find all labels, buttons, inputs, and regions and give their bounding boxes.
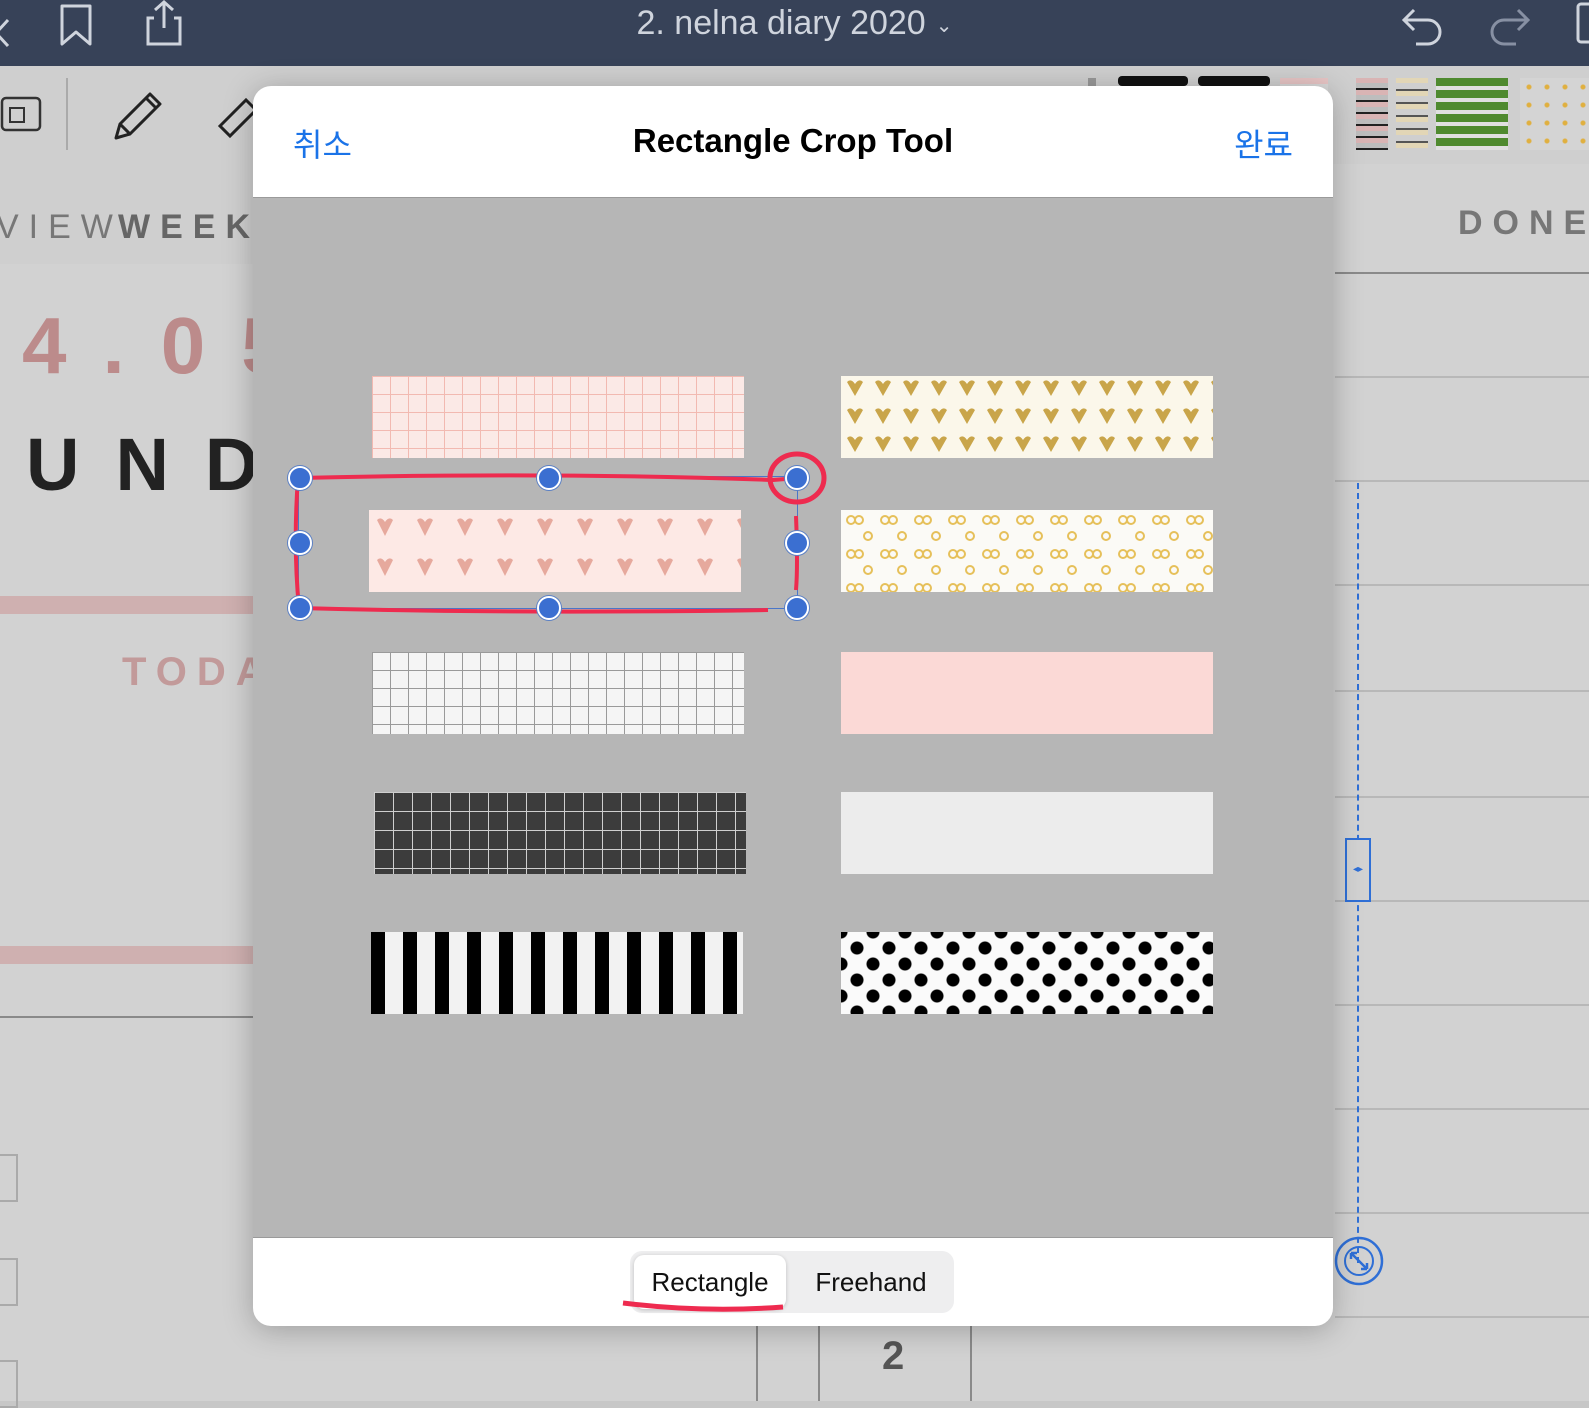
sticker-thumbnail[interactable] [1118, 76, 1188, 86]
pages-icon[interactable] [1576, 2, 1589, 46]
document-title[interactable]: 2. nelna diary 2020 ⌄ [0, 4, 1589, 43]
crop-handle-top-left[interactable] [288, 466, 312, 490]
sticker-thumbnail[interactable] [1396, 78, 1428, 150]
pink-divider [0, 596, 253, 614]
page-divider [0, 1016, 253, 1018]
crop-handle-bottom-left[interactable] [288, 596, 312, 620]
sticker-thumbnail[interactable] [1436, 78, 1508, 150]
list-line [1335, 900, 1589, 902]
red-annotation-overlay [293, 451, 827, 614]
checkbox[interactable] [0, 1258, 18, 1306]
crop-handle-left[interactable] [288, 531, 312, 555]
crop-tool-modal: 취소 Rectangle Crop Tool 완료 Rectangle Free… [253, 86, 1333, 1326]
sticker-thumbnail[interactable] [1198, 76, 1270, 86]
list-line [1335, 796, 1589, 798]
pink-divider [0, 946, 253, 964]
today-label: TODA [122, 650, 275, 694]
toolbar-divider [66, 78, 68, 150]
reading-mode-icon[interactable] [0, 94, 44, 134]
done-label: DONE [1458, 204, 1589, 242]
crop-handle-top-right[interactable] [785, 466, 809, 490]
list-line [1335, 480, 1589, 482]
list-line [1335, 584, 1589, 586]
red-underline-overlay [622, 1300, 784, 1312]
crop-handle-bottom[interactable] [537, 596, 561, 620]
list-line [1335, 1212, 1589, 1214]
crop-handle-bottom-right[interactable] [785, 596, 809, 620]
top-navigation-bar: 2. nelna diary 2020 ⌄ [0, 0, 1589, 66]
view-label: VIEW [0, 208, 123, 246]
resize-handle[interactable]: ◂▸ [1345, 838, 1371, 902]
eraser-icon[interactable] [216, 90, 256, 146]
document-title-text: 2. nelna diary 2020 [636, 4, 926, 42]
grid-line [756, 1324, 758, 1401]
list-line [1335, 1108, 1589, 1110]
sticker-thumbnail[interactable] [1356, 78, 1388, 150]
redo-icon[interactable] [1488, 6, 1532, 46]
list-line [1335, 376, 1589, 378]
list-line [1335, 1316, 1589, 1318]
done-divider [1335, 272, 1589, 274]
chevron-down-icon: ⌄ [935, 14, 953, 37]
grid-line [970, 1324, 972, 1401]
day-number: 2 [882, 1334, 905, 1378]
list-line [1335, 690, 1589, 692]
rotate-resize-icon[interactable] [1333, 1235, 1385, 1287]
undo-icon[interactable] [1400, 6, 1444, 46]
list-line [1335, 1004, 1589, 1006]
crop-handle-top[interactable] [537, 466, 561, 490]
grid-line [818, 1324, 820, 1401]
sticker-thumbnail[interactable] [1520, 78, 1589, 150]
crop-handle-right[interactable] [785, 531, 809, 555]
checkbox[interactable] [0, 1154, 18, 1202]
pen-icon[interactable] [110, 90, 164, 144]
